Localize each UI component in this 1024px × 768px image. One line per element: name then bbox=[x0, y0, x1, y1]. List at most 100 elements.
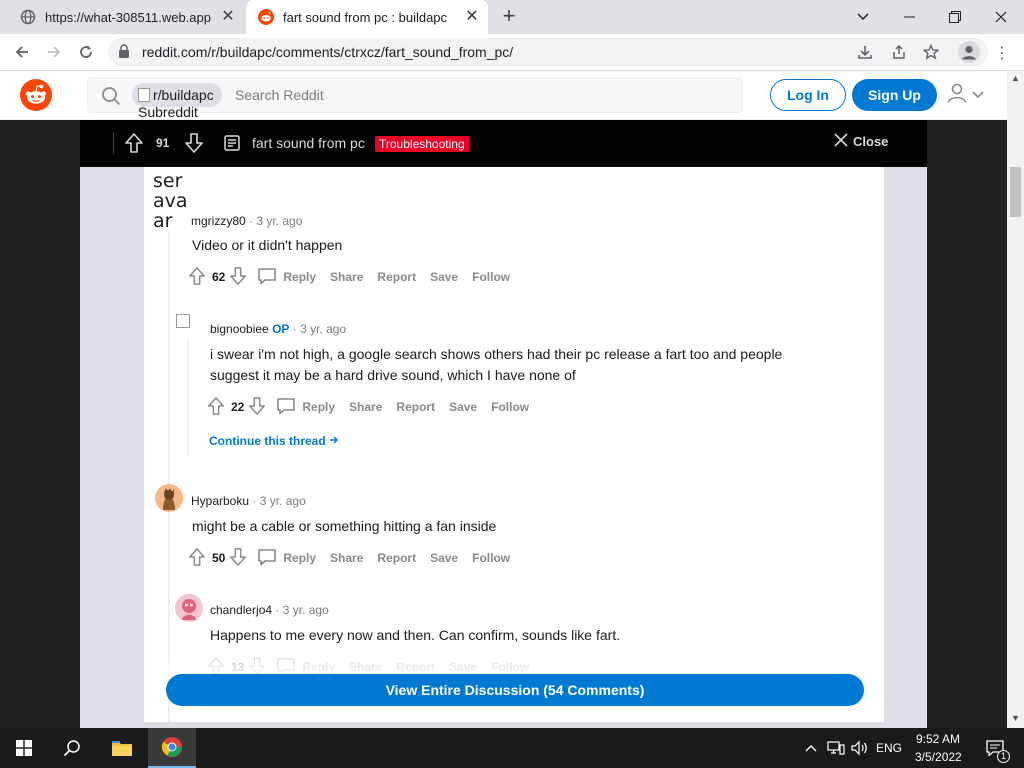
file-explorer-button[interactable] bbox=[98, 728, 146, 768]
post-modal: 91 fart sound from pc Troubleshooting Cl… bbox=[80, 120, 927, 728]
reddit-search[interactable]: r/buildapc Subreddit Search Reddit bbox=[87, 77, 743, 120]
tab-close-icon[interactable]: ✕ bbox=[220, 9, 236, 25]
comment-icon bbox=[276, 397, 296, 418]
downvote-icon[interactable] bbox=[248, 396, 266, 419]
comment-age[interactable]: 3 yr. ago bbox=[256, 214, 302, 228]
volume-icon[interactable] bbox=[848, 728, 872, 768]
subreddit-chip-alt: Subreddit bbox=[138, 104, 198, 120]
report-button[interactable]: Report bbox=[377, 551, 416, 565]
comment-vote-count: 22 bbox=[231, 400, 245, 414]
comment-age[interactable]: 3 yr. ago bbox=[283, 603, 329, 617]
restore-button[interactable] bbox=[932, 0, 978, 34]
reddit-logo-icon[interactable] bbox=[20, 79, 52, 111]
language-indicator[interactable]: ENG bbox=[876, 741, 902, 755]
signup-button[interactable]: Sign Up bbox=[852, 79, 937, 111]
download-icon[interactable] bbox=[856, 43, 874, 61]
network-icon[interactable] bbox=[824, 728, 848, 768]
comment-age[interactable]: 3 yr. ago bbox=[300, 322, 346, 336]
reply-button[interactable]: Reply bbox=[276, 397, 335, 418]
tab-title: https://what-308511.web.app bbox=[45, 9, 211, 25]
tab-search-chevron-icon[interactable] bbox=[840, 0, 886, 34]
browser-toolbar: reddit.com/r/buildapc/comments/ctrxcz/fa… bbox=[0, 34, 1024, 71]
post-title[interactable]: fart sound from pc bbox=[252, 135, 365, 151]
notifications-button[interactable]: 1 bbox=[980, 728, 1010, 768]
share-icon[interactable] bbox=[890, 43, 908, 61]
user-menu[interactable] bbox=[946, 83, 990, 107]
arrow-right-icon bbox=[329, 434, 339, 448]
share-button[interactable]: Share bbox=[330, 551, 363, 565]
view-entire-discussion-button[interactable]: View Entire Discussion (54 Comments) bbox=[166, 674, 864, 706]
avatar[interactable] bbox=[175, 594, 203, 622]
tab-what-app[interactable]: https://what-308511.web.app ✕ bbox=[8, 0, 244, 34]
comment-author[interactable]: chandlerjo4 bbox=[210, 603, 272, 617]
post-flair[interactable]: Troubleshooting bbox=[375, 136, 469, 152]
chrome-taskbar-button[interactable] bbox=[148, 728, 196, 768]
taskbar-search-button[interactable] bbox=[48, 728, 96, 768]
downvote-icon[interactable] bbox=[229, 547, 247, 570]
comment-author[interactable]: bignoobiee bbox=[210, 322, 269, 336]
browser-menu-icon[interactable]: ⋮ bbox=[994, 43, 1010, 63]
reddit-header: r/buildapc Subreddit Search Reddit Log I… bbox=[0, 71, 1007, 120]
clock-time[interactable]: 9:52 AM bbox=[916, 732, 960, 746]
reply-button[interactable]: Reply bbox=[257, 548, 316, 569]
save-button[interactable]: Save bbox=[430, 270, 458, 284]
share-button[interactable]: Share bbox=[349, 400, 382, 414]
comment-actions: 50 Reply Share Report Save Follow bbox=[188, 546, 510, 570]
start-button[interactable] bbox=[0, 728, 48, 768]
close-window-button[interactable] bbox=[978, 0, 1024, 34]
profile-avatar-icon[interactable] bbox=[958, 41, 980, 63]
scroll-up-icon[interactable]: ▲ bbox=[1011, 73, 1020, 83]
tab-reddit[interactable]: fart sound from pc : buildapc ✕ bbox=[246, 0, 488, 34]
follow-button[interactable]: Follow bbox=[491, 400, 529, 414]
comment-age[interactable]: 3 yr. ago bbox=[260, 494, 306, 508]
scroll-down-icon[interactable]: ▼ bbox=[1011, 713, 1020, 723]
tray-chevron-up-icon[interactable] bbox=[800, 728, 822, 768]
back-button[interactable] bbox=[8, 38, 36, 66]
comment-header: Hyparboku · 3 yr. ago bbox=[191, 494, 306, 508]
page-scrollbar[interactable]: ▲ ▼ bbox=[1007, 71, 1024, 728]
new-tab-button[interactable]: + bbox=[498, 5, 520, 28]
upvote-icon[interactable] bbox=[207, 396, 225, 419]
scroll-thumb[interactable] bbox=[1010, 167, 1021, 217]
comment-body: i swear i'm not high, a google search sh… bbox=[210, 346, 783, 383]
reload-button[interactable] bbox=[72, 38, 100, 66]
report-button[interactable]: Report bbox=[377, 270, 416, 284]
comment-body: Happens to me every now and then. Can co… bbox=[210, 627, 621, 643]
avatar[interactable] bbox=[155, 484, 183, 512]
globe-icon bbox=[20, 9, 36, 25]
post-text-icon bbox=[224, 135, 240, 156]
reddit-favicon bbox=[258, 9, 274, 25]
comment-body: might be a cable or something hitting a … bbox=[192, 518, 497, 534]
continue-thread-link[interactable]: Continue this thread bbox=[209, 434, 339, 448]
address-bar[interactable]: reddit.com/r/buildapc/comments/ctrxcz/fa… bbox=[108, 38, 988, 66]
reply-button[interactable]: Reply bbox=[257, 267, 316, 288]
post-bar: 91 fart sound from pc Troubleshooting Cl… bbox=[80, 120, 927, 167]
report-button[interactable]: Report bbox=[396, 400, 435, 414]
share-button[interactable]: Share bbox=[330, 270, 363, 284]
downvote-icon[interactable] bbox=[184, 132, 204, 159]
minimize-button[interactable] bbox=[886, 0, 932, 34]
save-button[interactable]: Save bbox=[430, 551, 458, 565]
comment-vote-count: 62 bbox=[212, 270, 226, 284]
comment-author[interactable]: mgrizzy80 bbox=[191, 214, 246, 228]
save-button[interactable]: Save bbox=[449, 400, 477, 414]
chevron-down-icon bbox=[972, 86, 984, 104]
follow-button[interactable]: Follow bbox=[472, 551, 510, 565]
clock-date[interactable]: 3/5/2022 bbox=[915, 750, 962, 764]
broken-image-icon bbox=[138, 88, 150, 102]
windows-logo-icon bbox=[16, 740, 32, 756]
forward-button[interactable] bbox=[40, 38, 68, 66]
upvote-icon[interactable] bbox=[188, 547, 206, 570]
close-post-button[interactable]: Close bbox=[834, 133, 888, 150]
upvote-icon[interactable] bbox=[124, 132, 144, 159]
follow-button[interactable]: Follow bbox=[472, 270, 510, 284]
comment-author[interactable]: Hyparboku bbox=[191, 494, 249, 508]
search-icon bbox=[101, 86, 121, 111]
downvote-icon[interactable] bbox=[229, 266, 247, 289]
bookmark-star-icon[interactable] bbox=[922, 43, 940, 61]
tab-close-icon[interactable]: ✕ bbox=[464, 9, 480, 25]
upvote-icon[interactable] bbox=[188, 266, 206, 289]
thread-line bbox=[187, 339, 189, 457]
comment-header: chandlerjo4 · 3 yr. ago bbox=[210, 603, 329, 617]
login-button[interactable]: Log In bbox=[770, 79, 846, 111]
